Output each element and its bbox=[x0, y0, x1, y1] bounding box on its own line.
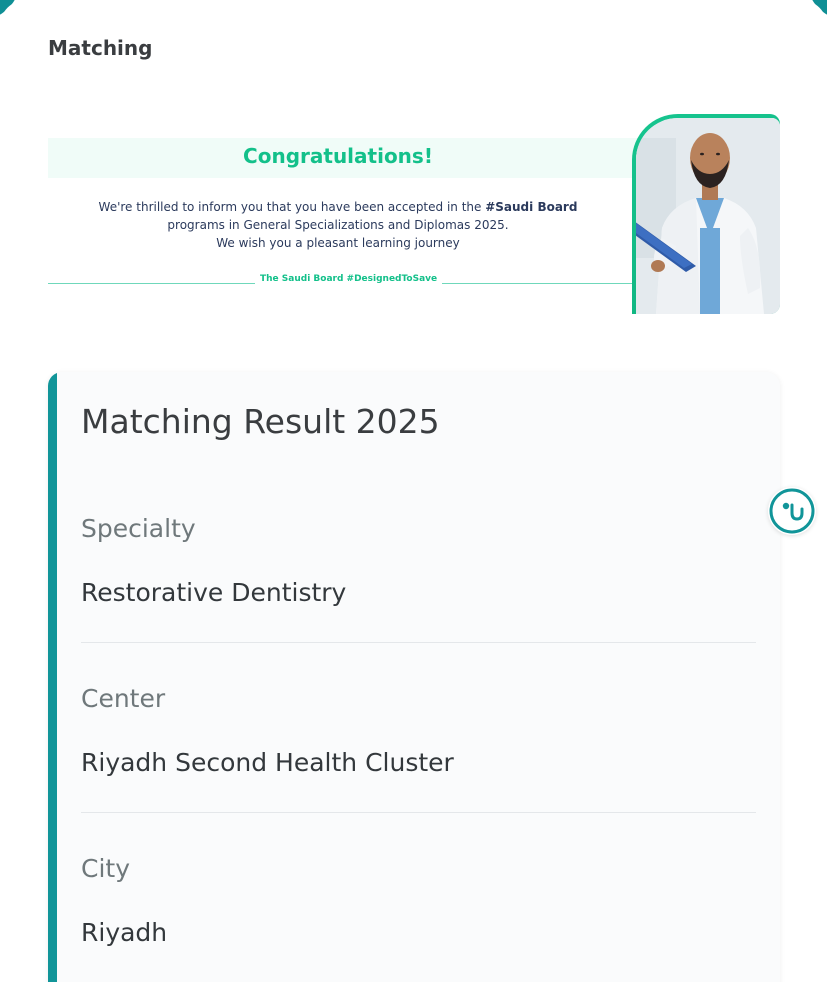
city-value: Riyadh bbox=[81, 918, 168, 947]
stethoscope-icon bbox=[769, 488, 815, 534]
banner-message-line-1: We're thrilled to inform you that you ha… bbox=[48, 200, 628, 214]
matching-page: Matching Congratulations! We're thrilled… bbox=[0, 0, 827, 982]
card-accent-bar bbox=[48, 372, 57, 982]
field-divider bbox=[81, 642, 756, 643]
matching-result-card: Matching Result 2025 Specialty Restorati… bbox=[48, 372, 780, 982]
doctor-photo-frame bbox=[632, 114, 780, 314]
banner-title: Congratulations! bbox=[243, 144, 433, 168]
banner-message-line-2: programs in General Specializations and … bbox=[167, 218, 509, 232]
specialty-value: Restorative Dentistry bbox=[81, 578, 347, 607]
banner-hashtag: #Saudi Board bbox=[485, 200, 578, 214]
center-value: Riyadh Second Health Cluster bbox=[81, 748, 454, 777]
assistant-button[interactable] bbox=[768, 487, 816, 535]
banner-message-line-1-text: We're thrilled to inform you that you ha… bbox=[98, 200, 486, 214]
banner-footer-tagline: The Saudi Board #DesignedToSave bbox=[255, 274, 443, 284]
field-divider bbox=[81, 812, 756, 813]
specialty-label: Specialty bbox=[81, 514, 196, 543]
page-title: Matching bbox=[48, 36, 153, 60]
matching-result-title: Matching Result 2025 bbox=[81, 402, 440, 441]
city-label: City bbox=[81, 854, 130, 883]
doctor-with-clipboard-icon bbox=[636, 118, 780, 314]
doctor-photo bbox=[636, 118, 780, 314]
banner-message-line-3: We wish you a pleasant learning journey bbox=[216, 236, 460, 250]
center-label: Center bbox=[81, 684, 166, 713]
congratulations-banner: Congratulations! We're thrilled to infor… bbox=[48, 114, 780, 314]
